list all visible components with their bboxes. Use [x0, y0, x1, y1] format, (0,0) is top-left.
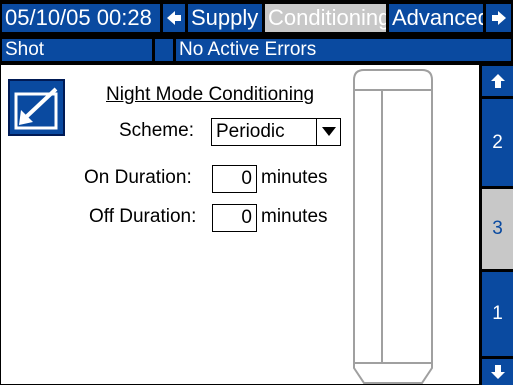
on-duration-label: On Duration: [84, 167, 192, 188]
arrow-left-icon [167, 11, 181, 25]
on-duration-input[interactable]: 0 [212, 165, 257, 193]
gauge-outline [353, 69, 433, 384]
scheme-label: Scheme: [119, 120, 194, 141]
on-duration-unit: minutes [261, 167, 328, 188]
page-3-button[interactable]: 3 [482, 189, 513, 269]
tab-supply[interactable]: Supply [188, 4, 262, 32]
edit-screen-glyph [14, 87, 58, 130]
status-indicator [155, 39, 173, 61]
chevron-down-icon [321, 127, 336, 136]
arrow-down-icon [490, 365, 505, 379]
page-3-label: 3 [492, 218, 503, 239]
page-2-button[interactable]: 2 [482, 99, 513, 186]
mode-status: Shot [2, 39, 152, 61]
screen-title: Night Mode Conditioning [106, 84, 315, 105]
off-duration-label: Off Duration: [89, 206, 197, 227]
off-duration-input[interactable]: 0 [212, 204, 257, 232]
arrow-up-icon [490, 74, 505, 88]
datetime-display[interactable]: 05/10/05 00:28 [2, 4, 160, 32]
edit-screen-icon[interactable] [8, 79, 65, 136]
page-1-label: 1 [492, 303, 503, 324]
page-up-button[interactable] [482, 66, 513, 96]
tab-conditioning[interactable]: Conditioning [265, 4, 386, 32]
page-down-button[interactable] [482, 359, 513, 385]
off-duration-unit: minutes [261, 206, 328, 227]
tab-next-button[interactable] [486, 4, 511, 32]
tab-advanced[interactable]: Advanced [389, 4, 483, 32]
scheme-dropdown-button[interactable] [316, 119, 340, 145]
page-2-label: 2 [492, 131, 503, 153]
scheme-value: Periodic [216, 121, 285, 142]
arrow-right-icon [491, 11, 506, 25]
page-1-button[interactable]: 1 [482, 272, 513, 356]
error-status-message: No Active Errors [176, 39, 511, 61]
tab-prev-button[interactable] [163, 4, 185, 32]
